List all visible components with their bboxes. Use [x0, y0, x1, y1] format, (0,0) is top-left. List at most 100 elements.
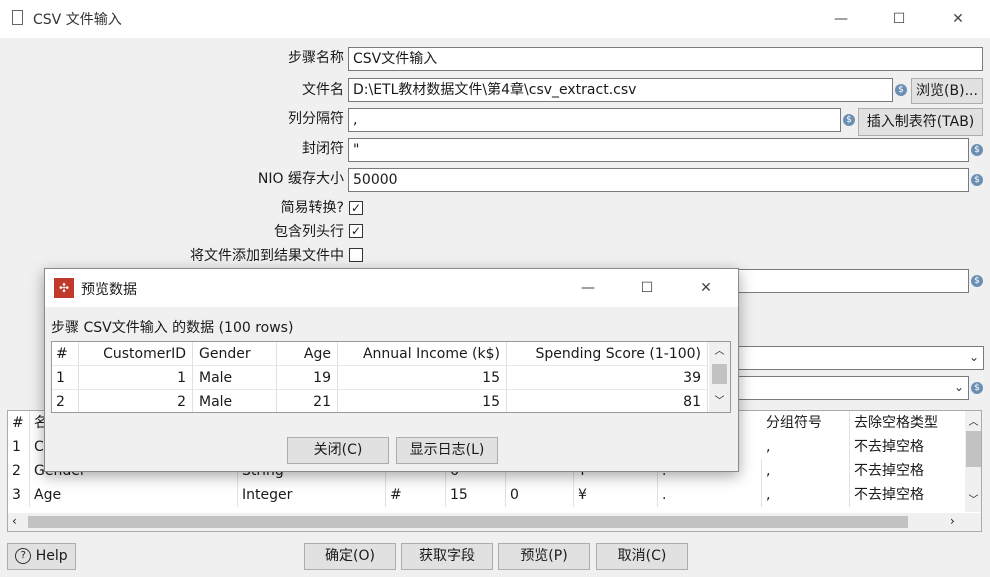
grouping-cell[interactable]: ,: [762, 435, 850, 459]
type-cell[interactable]: Integer: [238, 483, 386, 507]
length-cell[interactable]: 15: [446, 483, 506, 507]
table-cell: 1: [79, 366, 193, 390]
help-button[interactable]: ? Help: [7, 543, 76, 570]
table-cell: Male: [193, 366, 277, 390]
preview-vertical-scrollbar[interactable]: ︿ ﹀: [709, 342, 730, 412]
lazy-conversion-checkbox[interactable]: ✓: [349, 201, 363, 215]
header-cell: Spending Score (1-100): [507, 342, 708, 366]
preview-app-icon: ✣: [54, 278, 74, 298]
precision-cell[interactable]: 0: [506, 483, 574, 507]
chevron-down-icon: ⌄: [953, 380, 964, 394]
scroll-up-icon[interactable]: ︿: [965, 413, 981, 428]
type-dropdown[interactable]: ⌄: [730, 376, 969, 400]
dialog-title: 预览数据: [81, 282, 137, 298]
decimal-cell[interactable]: .: [658, 483, 762, 507]
trim-type-cell[interactable]: 不去掉空格: [850, 459, 966, 483]
dialog-subtitle: 步骤 CSV文件输入 的数据 (100 rows): [51, 320, 294, 336]
table-cell: 39: [507, 366, 708, 390]
table-row[interactable]: 3 Age Integer # 15 0 ¥ . , 不去掉空格: [8, 483, 966, 507]
grouping-cell[interactable]: ,: [762, 483, 850, 507]
dialog-close-button[interactable]: ✕: [695, 277, 717, 299]
dialog-close-text-button[interactable]: 关闭(C): [287, 437, 389, 464]
dialog-minimize-button[interactable]: —: [577, 277, 599, 299]
dialog-titlebar: ✣ 预览数据 — ☐ ✕: [45, 269, 738, 307]
step-name-label: 步骤名称: [288, 50, 344, 66]
scroll-right-icon[interactable]: ›: [950, 514, 955, 528]
table-cell: 81: [507, 390, 708, 412]
hidden-input[interactable]: [730, 269, 969, 293]
header-cell: Age: [277, 342, 338, 366]
table-cell: 15: [338, 366, 507, 390]
scrollbar-thumb[interactable]: [712, 364, 727, 384]
delimiter-label: 列分隔符: [288, 111, 344, 127]
grouping-cell[interactable]: ,: [762, 459, 850, 483]
header-cell: #: [8, 411, 30, 435]
row-number: 1: [52, 366, 79, 390]
scrollbar-thumb[interactable]: [28, 516, 908, 528]
header-cell: #: [52, 342, 79, 366]
variable-icon: $: [971, 174, 983, 186]
scroll-up-icon[interactable]: ︿: [709, 342, 730, 357]
lazy-conversion-label: 简易转换?: [280, 200, 344, 216]
header-cell: Gender: [193, 342, 277, 366]
help-icon: ?: [15, 548, 32, 564]
preview-dialog[interactable]: ✣ 预览数据 — ☐ ✕ 步骤 CSV文件输入 的数据 (100 rows) #…: [44, 268, 739, 472]
nio-buffer-input[interactable]: 50000: [348, 168, 969, 192]
variable-icon: $: [971, 275, 983, 287]
header-cell: Annual Income (k$): [338, 342, 507, 366]
scroll-down-icon[interactable]: ﹀: [709, 392, 730, 407]
trim-type-cell[interactable]: 不去掉空格: [850, 435, 966, 459]
ok-button[interactable]: 确定(O): [304, 543, 396, 570]
table-cell: 2: [79, 390, 193, 412]
preview-button[interactable]: 预览(P): [498, 543, 590, 570]
table-cell: 19: [277, 366, 338, 390]
add-to-result-checkbox[interactable]: [349, 248, 363, 262]
minimize-button[interactable]: —: [830, 8, 852, 30]
insert-tab-button[interactable]: 插入制表符(TAB): [858, 108, 983, 136]
header-cell: 分组符号: [762, 411, 850, 435]
browse-button[interactable]: 浏览(B)...: [911, 78, 983, 104]
row-number: 1: [8, 435, 30, 459]
enclosure-input[interactable]: ": [348, 138, 969, 162]
table-cell: Male: [193, 390, 277, 412]
filename-input[interactable]: D:\ETL教材数据文件\第4章\csv_extract.csv: [348, 78, 893, 102]
trim-type-cell[interactable]: 不去掉空格: [850, 483, 966, 507]
step-name-input[interactable]: CSV文件输入: [348, 47, 983, 71]
vertical-scrollbar[interactable]: ︿ ﹀: [965, 411, 981, 512]
header-row-label: 包含列头行: [274, 224, 344, 240]
header-cell: CustomerID: [79, 342, 193, 366]
cancel-button[interactable]: 取消(C): [596, 543, 688, 570]
maximize-button[interactable]: ☐: [888, 8, 910, 30]
get-fields-button[interactable]: 获取字段: [401, 543, 493, 570]
preview-table[interactable]: # CustomerID Gender Age Annual Income (k…: [51, 341, 731, 413]
horizontal-scrollbar[interactable]: ‹ ›: [8, 513, 981, 531]
filename-label: 文件名: [302, 82, 344, 98]
show-log-button[interactable]: 显示日志(L): [396, 437, 498, 464]
help-label: Help: [35, 548, 68, 564]
currency-cell[interactable]: ¥: [574, 483, 658, 507]
table-cell: 21: [277, 390, 338, 412]
header-cell: 去除空格类型: [850, 411, 966, 435]
variable-icon: $: [843, 114, 855, 126]
header-row-checkbox[interactable]: ✓: [349, 224, 363, 238]
variable-icon: $: [971, 382, 983, 394]
scroll-left-icon[interactable]: ‹: [12, 514, 17, 528]
delimiter-input[interactable]: ,: [348, 108, 841, 132]
nio-buffer-label: NIO 缓存大小: [257, 171, 344, 187]
encoding-dropdown[interactable]: ⌄: [730, 346, 984, 370]
document-icon: [12, 10, 23, 25]
row-number: 2: [8, 459, 30, 483]
variable-icon: $: [895, 84, 907, 96]
window-title: CSV 文件输入: [33, 12, 122, 28]
row-number: 2: [52, 390, 79, 412]
scroll-down-icon[interactable]: ﹀: [965, 491, 981, 506]
close-button[interactable]: ✕: [947, 8, 969, 30]
variable-icon: $: [971, 144, 983, 156]
dialog-maximize-button[interactable]: ☐: [636, 277, 658, 299]
format-cell[interactable]: #: [386, 483, 446, 507]
scrollbar-thumb[interactable]: [966, 431, 981, 467]
window-titlebar: CSV 文件输入 — ☐ ✕: [0, 0, 990, 38]
chevron-down-icon: ⌄: [968, 350, 979, 364]
field-name-cell[interactable]: Age: [30, 483, 238, 507]
enclosure-label: 封闭符: [302, 141, 344, 157]
